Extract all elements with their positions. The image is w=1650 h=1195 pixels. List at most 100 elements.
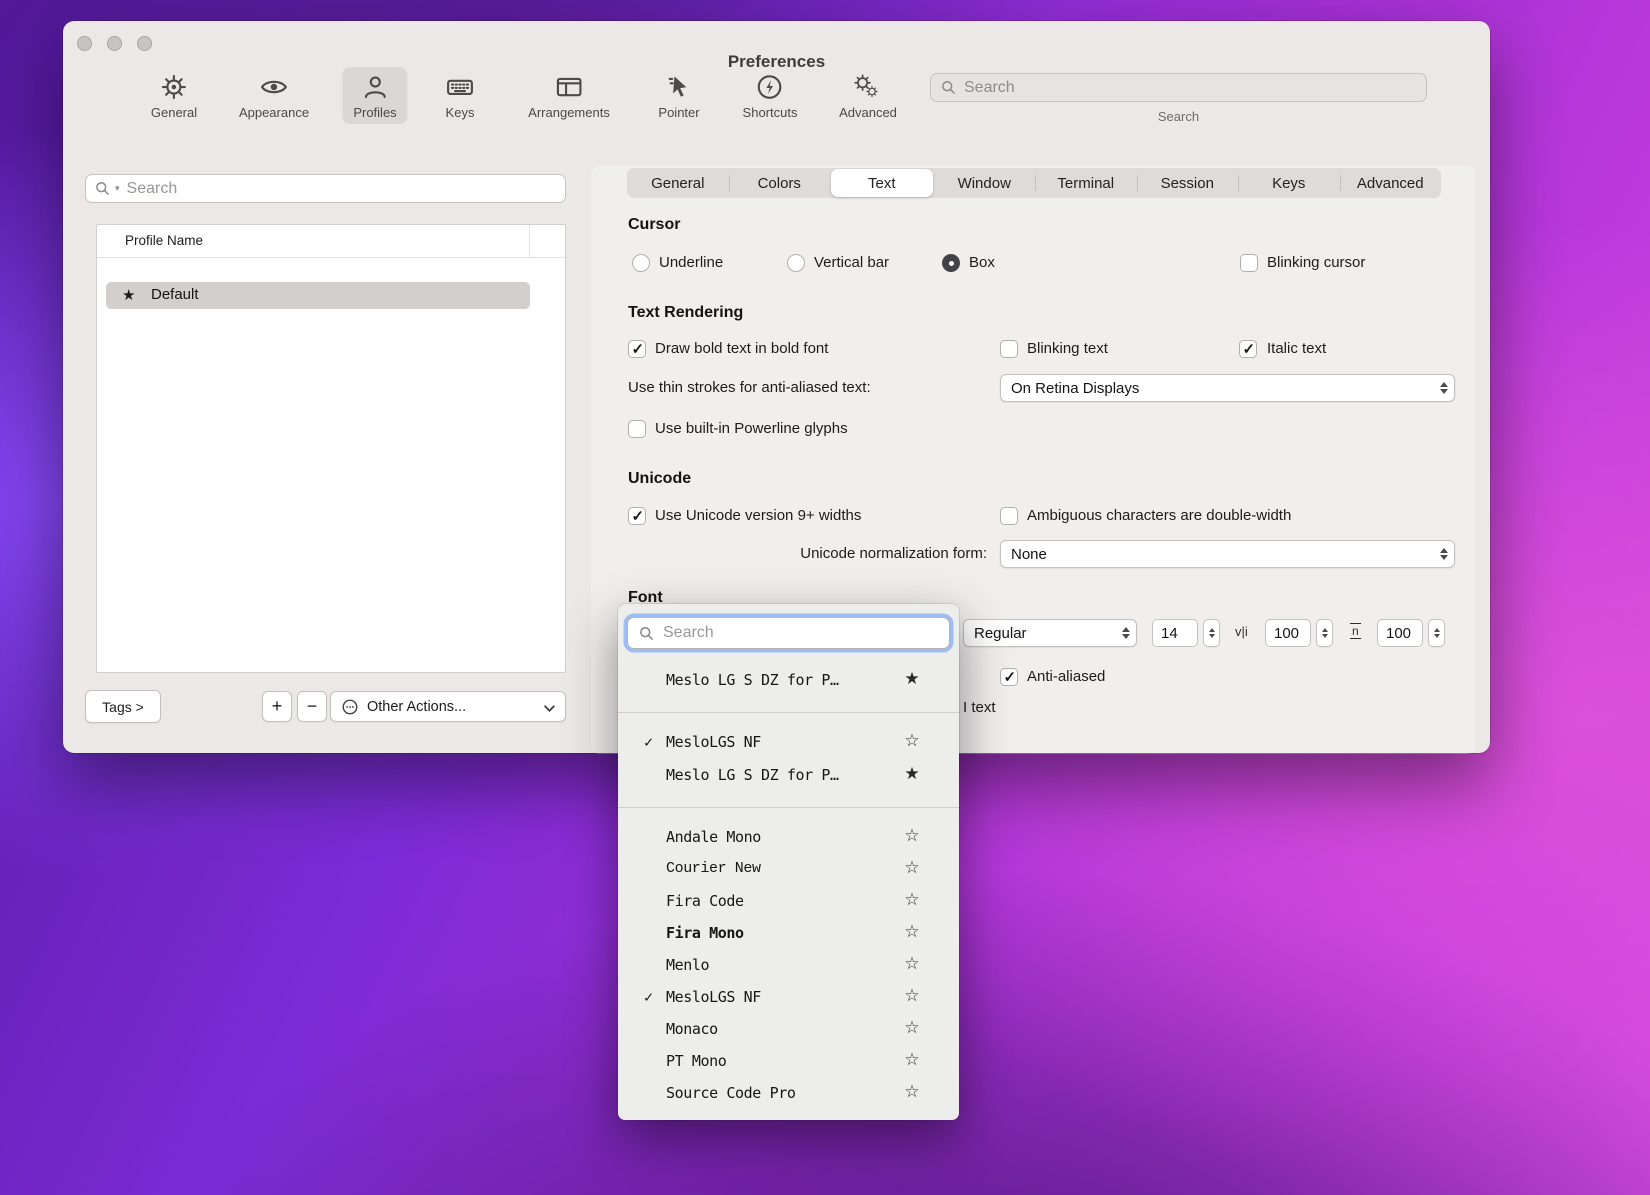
toolbar-item-shortcuts[interactable]: Shortcuts — [732, 67, 809, 124]
tab-window[interactable]: Window — [934, 168, 1036, 198]
star-icon[interactable]: ☆ — [902, 922, 922, 942]
desktop-wallpaper: Preferences General Appearance Profiles … — [0, 0, 1650, 1195]
font-search-placeholder: Search — [663, 624, 714, 642]
star-icon[interactable]: ☆ — [902, 1050, 922, 1070]
radio-underline[interactable] — [632, 254, 650, 272]
radio-box[interactable] — [942, 254, 960, 272]
normalization-value: None — [1011, 546, 1047, 563]
font-list-item[interactable]: Courier New ☆ — [618, 855, 959, 885]
checkbox-powerline-glyphs[interactable] — [628, 420, 646, 438]
normalization-dropdown[interactable]: None — [1000, 540, 1455, 568]
font-name: Andale Mono — [666, 828, 761, 846]
font-list-item[interactable]: PT Mono ☆ — [618, 1047, 959, 1077]
toolbar-item-profiles[interactable]: Profiles — [342, 67, 407, 124]
font-list-item[interactable]: Menlo ☆ — [618, 951, 959, 981]
toolbar-item-pointer[interactable]: Pointer — [647, 67, 710, 124]
star-icon[interactable]: ☆ — [902, 954, 922, 974]
gears-icon — [853, 72, 883, 102]
column-divider[interactable] — [529, 225, 530, 258]
font-list-item[interactable]: Fira Code ☆ — [618, 887, 959, 917]
toolbar-item-appearance[interactable]: Appearance — [228, 67, 320, 124]
font-size-stepper[interactable] — [1203, 619, 1220, 647]
star-icon[interactable]: ☆ — [902, 1082, 922, 1102]
checkbox-blinking-text-label: Blinking text — [1027, 339, 1108, 359]
font-name: Fira Mono — [666, 924, 744, 942]
minimize-button[interactable] — [107, 36, 122, 51]
star-icon[interactable]: ☆ — [902, 731, 922, 751]
checkbox-antialiased[interactable] — [1000, 668, 1018, 686]
checkbox-draw-bold-label: Draw bold text in bold font — [655, 339, 828, 359]
checkbox-draw-bold[interactable] — [628, 340, 646, 358]
tags-button[interactable]: Tags > — [85, 690, 161, 723]
tab-text[interactable]: Text — [831, 169, 933, 197]
checkbox-blinking-cursor-label: Blinking cursor — [1267, 253, 1365, 273]
font-list-item[interactable]: Andale Mono ☆ — [618, 823, 959, 853]
tab-terminal[interactable]: Terminal — [1035, 168, 1137, 198]
horizontal-spacing-field[interactable]: 100 — [1265, 619, 1311, 647]
zoom-button[interactable] — [137, 36, 152, 51]
font-list-item[interactable]: Monaco ☆ — [618, 1015, 959, 1045]
table-row[interactable]: ★ Default — [106, 282, 530, 309]
section-heading-text-rendering: Text Rendering — [628, 302, 743, 324]
toolbar-item-label: Pointer — [658, 105, 699, 120]
font-size-field[interactable]: 14 — [1152, 619, 1198, 647]
tab-general[interactable]: General — [627, 168, 729, 198]
list-separator — [618, 807, 959, 808]
toolbar-search-input[interactable]: Search — [930, 73, 1427, 102]
horizontal-spacing-stepper[interactable] — [1316, 619, 1333, 647]
normalization-label: Unicode normalization form: — [628, 544, 987, 564]
star-icon[interactable]: ★ — [902, 764, 922, 784]
tab-keys[interactable]: Keys — [1238, 168, 1340, 198]
toolbar-item-arrangements[interactable]: Arrangements — [517, 67, 621, 124]
font-list-item[interactable]: Meslo LG S DZ for P… ★ — [618, 761, 959, 791]
thin-strokes-dropdown[interactable]: On Retina Displays — [1000, 374, 1455, 402]
tab-advanced[interactable]: Advanced — [1340, 168, 1442, 198]
profile-search-input[interactable]: ▾ Search — [85, 174, 566, 203]
font-search-input[interactable]: Search — [627, 617, 950, 649]
font-picker-popup: Search Meslo LG S DZ for P… ★ ✓ MesloLGS… — [618, 604, 959, 1120]
updown-arrows-icon — [1122, 627, 1130, 639]
toolbar-item-general[interactable]: General — [140, 67, 208, 124]
close-button[interactable] — [77, 36, 92, 51]
thin-strokes-label: Use thin strokes for anti-aliased text: — [628, 378, 871, 398]
checkbox-powerline-glyphs-label: Use built-in Powerline glyphs — [655, 419, 848, 439]
checkbox-blinking-cursor[interactable] — [1240, 254, 1258, 272]
vertical-spacing-field[interactable]: 100 — [1377, 619, 1423, 647]
font-list-item[interactable]: ✓ MesloLGS NF ☆ — [618, 983, 959, 1013]
window-panes-icon — [554, 72, 584, 102]
vertical-spacing-stepper[interactable] — [1428, 619, 1445, 647]
remove-profile-button[interactable]: − — [297, 691, 327, 722]
tags-button-label: Tags > — [102, 699, 144, 715]
check-icon: ✓ — [644, 733, 653, 751]
toolbar-item-keys[interactable]: Keys — [434, 67, 486, 124]
tab-session[interactable]: Session — [1137, 168, 1239, 198]
star-icon[interactable]: ☆ — [902, 826, 922, 846]
font-list-item[interactable]: Source Code Pro ☆ — [618, 1079, 959, 1109]
star-icon[interactable]: ☆ — [902, 890, 922, 910]
checkbox-blinking-text[interactable] — [1000, 340, 1018, 358]
radio-vertical-bar-label: Vertical bar — [814, 253, 889, 273]
font-list-item[interactable]: Meslo LG S DZ for P… ★ — [618, 666, 959, 696]
checkbox-unicode-v9[interactable] — [628, 507, 646, 525]
tab-colors[interactable]: Colors — [729, 168, 831, 198]
checkbox-unicode-v9-label: Use Unicode version 9+ widths — [655, 506, 861, 526]
cursor-arrow-icon — [664, 72, 694, 102]
table-header[interactable]: Profile Name — [97, 225, 565, 258]
star-icon[interactable]: ☆ — [902, 1018, 922, 1038]
font-list-item[interactable]: ✓ MesloLGS NF ☆ — [618, 728, 959, 758]
search-icon — [940, 79, 957, 96]
star-icon[interactable]: ☆ — [902, 858, 922, 878]
toolbar-item-advanced[interactable]: Advanced — [828, 67, 908, 124]
other-actions-menu[interactable]: Other Actions... — [330, 691, 566, 722]
font-list-item[interactable]: Fira Mono ☆ — [618, 919, 959, 949]
checkbox-italic-text[interactable] — [1239, 340, 1257, 358]
star-icon[interactable]: ★ — [902, 669, 922, 689]
radio-vertical-bar[interactable] — [787, 254, 805, 272]
toolbar-item-label: General — [151, 105, 197, 120]
checkbox-ambiguous-double-width[interactable] — [1000, 507, 1018, 525]
font-style-dropdown[interactable]: Regular — [963, 619, 1137, 647]
add-profile-button[interactable]: + — [262, 691, 292, 722]
radio-underline-label: Underline — [659, 253, 723, 273]
updown-arrows-icon — [1440, 548, 1448, 560]
star-icon[interactable]: ☆ — [902, 986, 922, 1006]
